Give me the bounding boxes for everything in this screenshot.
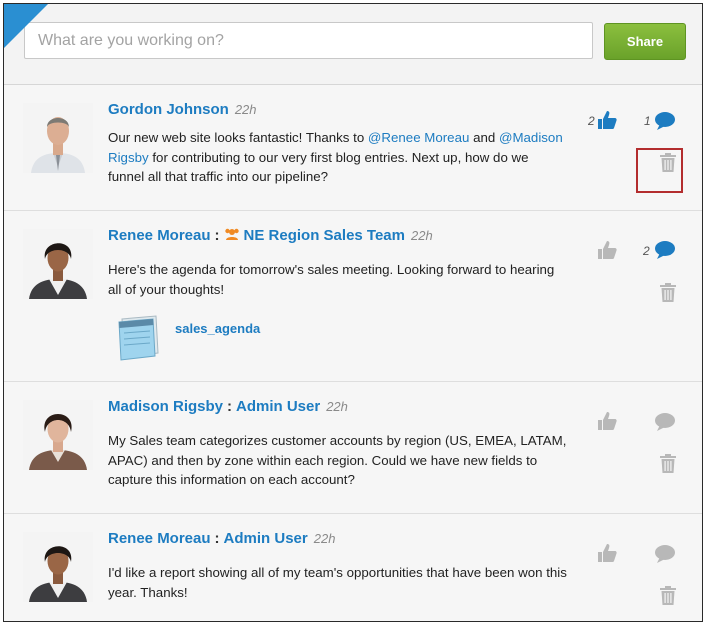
composer-bar: Share xyxy=(4,4,702,85)
post-text: Our new web site looks fantastic! Thanks… xyxy=(108,130,368,145)
post-text: for contributing to our very first blog … xyxy=(108,149,529,185)
group-link[interactable]: NE Region Sales Team xyxy=(244,227,405,244)
speech-bubble-icon[interactable] xyxy=(654,412,678,432)
author-link[interactable]: Gordon Johnson xyxy=(108,101,229,118)
feed-post: Renee Moreau: Admin User 22h I'd like a re… xyxy=(4,514,702,621)
header-separator: : xyxy=(214,227,220,244)
author-link[interactable]: Madison Rigsby xyxy=(108,398,223,415)
post-body: I'd like a report showing all of my team… xyxy=(108,563,568,602)
group-link[interactable]: Admin User xyxy=(236,398,320,415)
thumbs-up-icon[interactable] xyxy=(596,109,622,131)
author-link[interactable]: Renee Moreau xyxy=(108,227,211,244)
trash-icon[interactable] xyxy=(660,454,678,474)
thumbs-up-icon[interactable] xyxy=(596,239,622,261)
speech-bubble-icon[interactable] xyxy=(654,544,678,564)
post-text: I'd like a report showing all of my team… xyxy=(108,565,567,600)
post-body: Here's the agenda for tomorrow's sales m… xyxy=(108,260,568,299)
avatar[interactable] xyxy=(23,229,93,299)
attachment: sales_agenda xyxy=(108,313,308,363)
post-input[interactable] xyxy=(24,22,593,59)
post-time[interactable]: 22h xyxy=(314,531,336,546)
comment-highlight-box xyxy=(636,148,683,193)
avatar[interactable] xyxy=(23,400,93,470)
group-link[interactable]: Admin User xyxy=(224,530,308,547)
avatar[interactable] xyxy=(23,532,93,602)
post-header: Gordon Johnson 22h xyxy=(108,101,257,118)
speech-bubble-icon[interactable] xyxy=(654,240,678,260)
post-body: My Sales team categorizes customer accou… xyxy=(108,431,568,490)
attachment-link[interactable]: sales_agenda xyxy=(175,321,260,336)
mention-link[interactable]: @Renee Moreau xyxy=(368,130,469,145)
feed-post: Renee Moreau: NE Region Sales Team 22h Her… xyxy=(4,211,702,382)
chatter-feed-window: Share Gordon Johnson 22h Our new web site… xyxy=(3,3,703,622)
corner-ribbon xyxy=(4,4,48,48)
post-body: Our new web site looks fantastic! Thanks… xyxy=(108,128,568,187)
post-header: Renee Moreau: NE Region Sales Team 22h xyxy=(108,227,433,244)
author-link[interactable]: Renee Moreau xyxy=(108,530,211,547)
people-group-icon xyxy=(224,227,240,241)
post-time[interactable]: 22h xyxy=(235,102,257,117)
post-text: Here's the agenda for tomorrow's sales m… xyxy=(108,262,555,297)
share-button[interactable]: Share xyxy=(604,23,686,60)
header-separator: : xyxy=(227,398,233,415)
post-time[interactable]: 22h xyxy=(326,399,348,414)
post-header: Renee Moreau: Admin User 22h xyxy=(108,530,335,547)
notepad-file-icon[interactable] xyxy=(112,313,162,366)
post-text: My Sales team categorizes customer accou… xyxy=(108,433,567,487)
post-text: and xyxy=(469,130,499,145)
trash-icon[interactable] xyxy=(660,586,678,606)
feed-post: Madison Rigsby: Admin User 22h My Sales te… xyxy=(4,382,702,514)
speech-bubble-icon[interactable] xyxy=(654,111,678,131)
avatar[interactable] xyxy=(23,103,93,173)
feed-post: Gordon Johnson 22h Our new web site looks… xyxy=(4,85,702,211)
thumbs-up-icon[interactable] xyxy=(596,542,622,564)
header-separator: : xyxy=(214,530,220,547)
comment-count: 1 xyxy=(644,114,651,128)
comment-count: 2 xyxy=(643,244,650,258)
post-header: Madison Rigsby: Admin User 22h xyxy=(108,398,348,415)
trash-icon[interactable] xyxy=(660,283,678,303)
like-count: 2 xyxy=(588,114,595,128)
post-time[interactable]: 22h xyxy=(411,228,433,243)
thumbs-up-icon[interactable] xyxy=(596,410,622,432)
